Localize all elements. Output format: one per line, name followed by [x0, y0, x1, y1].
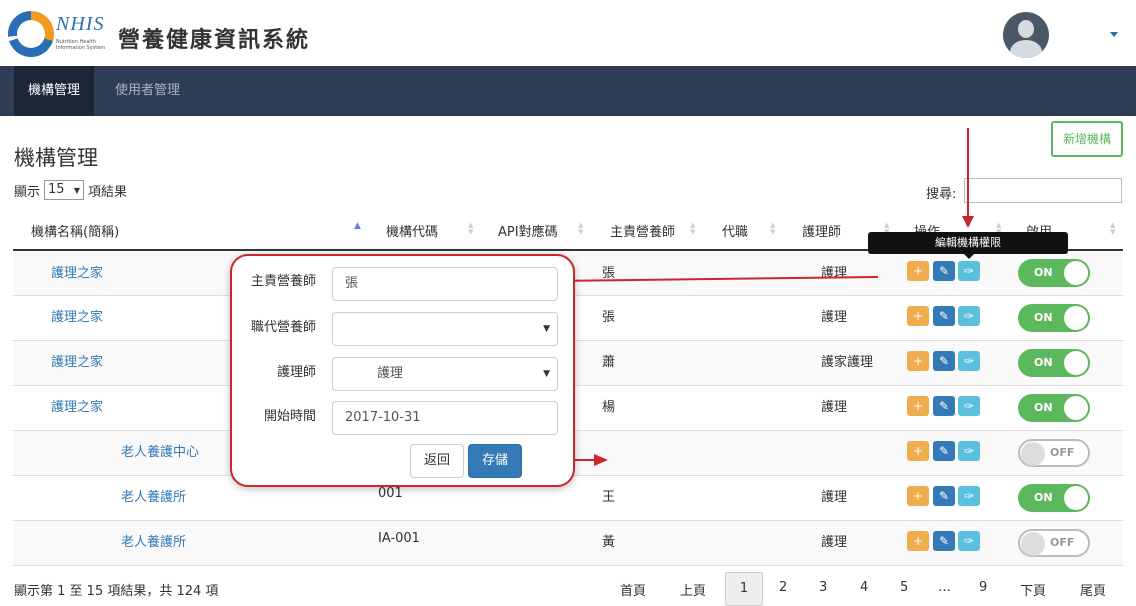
substitute-select[interactable]: ▼ — [332, 312, 558, 346]
page-1[interactable]: 1 — [725, 572, 763, 606]
save-button[interactable]: 存儲 — [468, 444, 522, 478]
page-first[interactable]: 首頁 — [620, 580, 646, 599]
chevron-down-icon: ▼ — [543, 324, 550, 334]
page-5[interactable]: 5 — [900, 580, 908, 595]
nurse-label: 護理師 — [276, 365, 316, 380]
page-3[interactable]: 3 — [819, 580, 827, 595]
dietitian-field[interactable]: 張 — [332, 267, 558, 301]
start-date-label: 開始時間 — [263, 409, 316, 424]
page-9[interactable]: 9 — [979, 580, 987, 595]
chevron-down-icon: ▼ — [543, 369, 550, 379]
annotation-arrowhead — [962, 216, 974, 228]
table-info: 顯示第 1 至 15 項結果，共 124 項 — [14, 584, 219, 599]
page-ellipsis: … — [938, 580, 951, 595]
assign-staff-popup: 主責營養師 張 職代營養師 ▼ 護理師 護理 ▼ 開始時間 2017-10-31 … — [230, 254, 575, 487]
back-button[interactable]: 返回 — [410, 444, 464, 478]
dietitian-label: 主責營養師 — [250, 274, 316, 289]
annotation-arrowhead — [594, 454, 608, 466]
page-prev[interactable]: 上頁 — [680, 580, 706, 599]
annotation-arrow-left — [549, 276, 879, 282]
page-2[interactable]: 2 — [779, 580, 787, 595]
substitute-label: 職代營養師 — [250, 320, 316, 335]
page-4[interactable]: 4 — [860, 580, 868, 595]
nurse-select[interactable]: 護理 ▼ — [332, 357, 558, 391]
page-last[interactable]: 尾頁 — [1080, 580, 1106, 599]
start-date-input[interactable]: 2017-10-31 — [332, 401, 558, 435]
page-next[interactable]: 下頁 — [1020, 580, 1046, 599]
